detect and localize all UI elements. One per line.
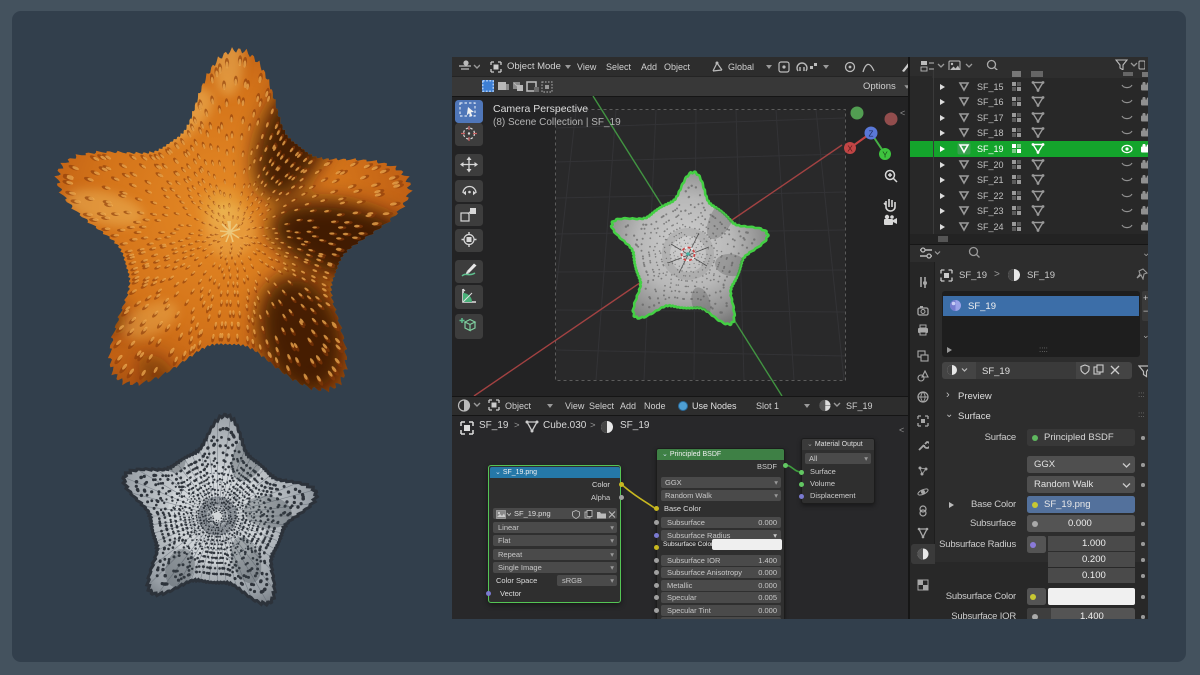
svg-text:Y: Y <box>882 151 888 160</box>
svg-text:X: X <box>847 145 853 154</box>
svg-text:Z: Z <box>869 130 874 139</box>
